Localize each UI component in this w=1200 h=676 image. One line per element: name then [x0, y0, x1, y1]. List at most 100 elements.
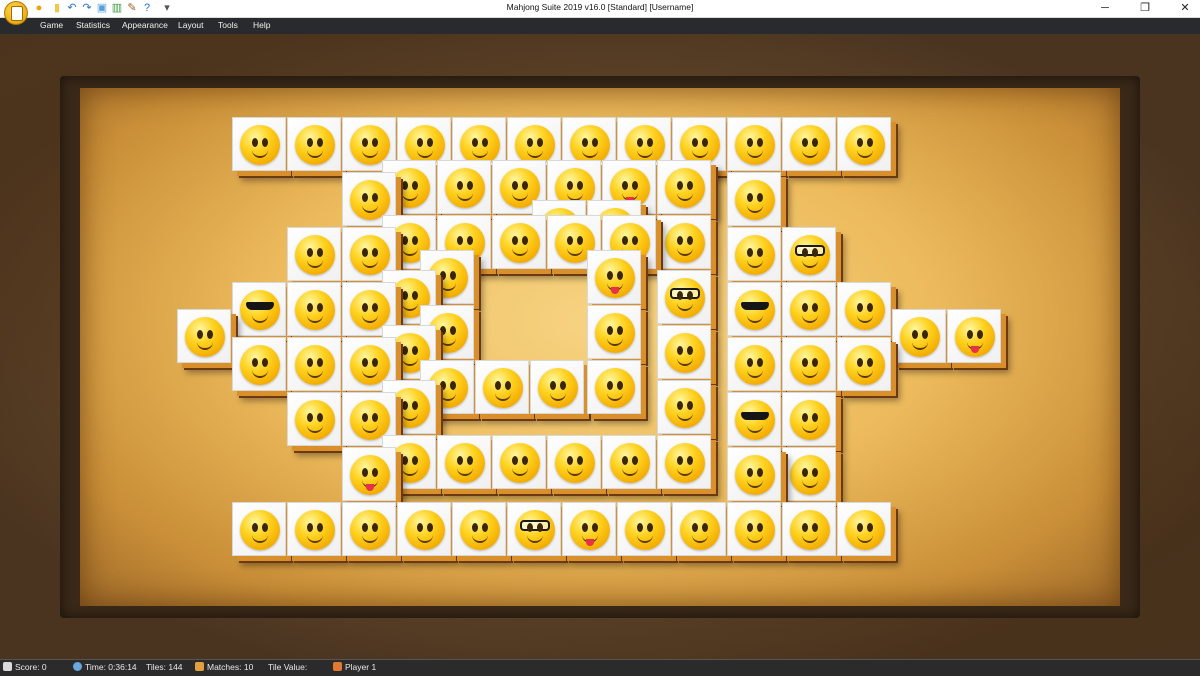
smile-emoji-icon [295, 345, 335, 385]
mahjong-tile[interactable] [602, 435, 656, 489]
mahjong-tile[interactable] [587, 305, 641, 359]
mahjong-tile[interactable] [657, 325, 711, 379]
mahjong-tile[interactable] [947, 309, 1001, 363]
mahjong-tile[interactable] [617, 502, 671, 556]
mahjong-tile[interactable] [837, 117, 891, 171]
mahjong-tile[interactable] [232, 337, 286, 391]
dizzy-emoji-icon [460, 125, 500, 165]
menu-help[interactable]: Help [253, 20, 270, 30]
score-icon [3, 662, 12, 671]
mahjong-tile[interactable] [287, 282, 341, 336]
mahjong-tile[interactable] [342, 502, 396, 556]
mahjong-app-icon[interactable] [4, 1, 28, 25]
smile-emoji-icon [625, 125, 665, 165]
mahjong-tile[interactable] [232, 502, 286, 556]
glasses-emoji-icon [515, 510, 555, 550]
wink-emoji-icon [680, 510, 720, 550]
mahjong-tile[interactable] [837, 282, 891, 336]
grin-emoji-icon [445, 168, 485, 208]
smile-emoji-icon [735, 180, 775, 220]
mahjong-tile[interactable] [657, 270, 711, 324]
mahjong-tile[interactable] [727, 227, 781, 281]
mahjong-tile[interactable] [727, 502, 781, 556]
mahjong-tile[interactable] [177, 309, 231, 363]
tongue-emoji-icon [350, 455, 390, 495]
mahjong-tile[interactable] [287, 227, 341, 281]
mahjong-tile[interactable] [727, 337, 781, 391]
cry-emoji-icon [845, 290, 885, 330]
minimize-button[interactable]: ─ [1090, 0, 1120, 17]
mahjong-tile[interactable] [782, 117, 836, 171]
smile-emoji-icon [350, 180, 390, 220]
mahjong-tile[interactable] [727, 447, 781, 501]
mahjong-tile[interactable] [727, 392, 781, 446]
menu-tools[interactable]: Tools [218, 20, 238, 30]
mahjong-tile[interactable] [782, 502, 836, 556]
smile-emoji-icon [845, 125, 885, 165]
grin-emoji-icon [500, 223, 540, 263]
mahjong-tile[interactable] [287, 337, 341, 391]
mahjong-tile[interactable] [232, 117, 286, 171]
glasses-emoji-icon [665, 278, 705, 318]
status-bar: Score: 0 Time: 0:36:14 Tiles: 144 Matche… [0, 659, 1200, 676]
grin-emoji-icon [538, 368, 578, 408]
mahjong-tile[interactable] [892, 309, 946, 363]
mahjong-tile[interactable] [727, 282, 781, 336]
mahjong-tile[interactable] [782, 392, 836, 446]
cry-emoji-icon [790, 125, 830, 165]
menu-layout[interactable]: Layout [178, 20, 204, 30]
mahjong-tile[interactable] [507, 502, 561, 556]
mahjong-tile[interactable] [547, 435, 601, 489]
smile-emoji-icon [735, 235, 775, 275]
mahjong-tile[interactable] [437, 435, 491, 489]
mahjong-tile[interactable] [287, 117, 341, 171]
mahjong-tile[interactable] [782, 227, 836, 281]
tongue-emoji-icon [955, 317, 995, 357]
smile-emoji-icon [483, 368, 523, 408]
mahjong-tile[interactable] [287, 502, 341, 556]
mahjong-tile[interactable] [287, 392, 341, 446]
menu-statistics[interactable]: Statistics [76, 20, 110, 30]
mahjong-tile[interactable] [672, 502, 726, 556]
mahjong-tile[interactable] [782, 447, 836, 501]
menu-game[interactable]: Game [40, 20, 63, 30]
mahjong-tile[interactable] [437, 160, 491, 214]
menu-appearance[interactable]: Appearance [122, 20, 168, 30]
mahjong-tile[interactable] [530, 360, 584, 414]
smile-emoji-icon [445, 443, 485, 483]
mahjong-tile[interactable] [232, 282, 286, 336]
mahjong-tile[interactable] [587, 360, 641, 414]
mahjong-tile[interactable] [657, 160, 711, 214]
mahjong-tile[interactable] [657, 380, 711, 434]
close-button[interactable]: ✕ [1170, 0, 1200, 17]
mahjong-tile[interactable] [782, 337, 836, 391]
mahjong-tile[interactable] [342, 447, 396, 501]
smile-emoji-icon [900, 317, 940, 357]
mahjong-tile[interactable] [492, 215, 546, 269]
mahjong-tile[interactable] [837, 502, 891, 556]
smile-emoji-icon [665, 333, 705, 373]
smile-emoji-icon [240, 125, 280, 165]
smile-emoji-icon [735, 125, 775, 165]
mahjong-tile[interactable] [475, 360, 529, 414]
smile-emoji-icon [390, 388, 430, 428]
mahjong-tile[interactable] [587, 250, 641, 304]
mahjong-tile[interactable] [397, 502, 451, 556]
mahjong-tile[interactable] [657, 435, 711, 489]
smile-emoji-icon [390, 168, 430, 208]
smile-emoji-icon [790, 510, 830, 550]
smile-emoji-icon [790, 400, 830, 440]
cry-emoji-icon [735, 510, 775, 550]
smile-emoji-icon [665, 388, 705, 428]
mahjong-tile[interactable] [657, 215, 711, 269]
mahjong-tile[interactable] [727, 172, 781, 226]
restore-button[interactable]: ❐ [1130, 0, 1160, 17]
mahjong-tile[interactable] [727, 117, 781, 171]
mahjong-tile[interactable] [492, 435, 546, 489]
glasses-emoji-icon [790, 235, 830, 275]
mahjong-tile[interactable] [782, 282, 836, 336]
mahjong-tile[interactable] [837, 337, 891, 391]
mahjong-tile[interactable] [562, 502, 616, 556]
sleepy-emoji-icon [350, 510, 390, 550]
mahjong-tile[interactable] [452, 502, 506, 556]
